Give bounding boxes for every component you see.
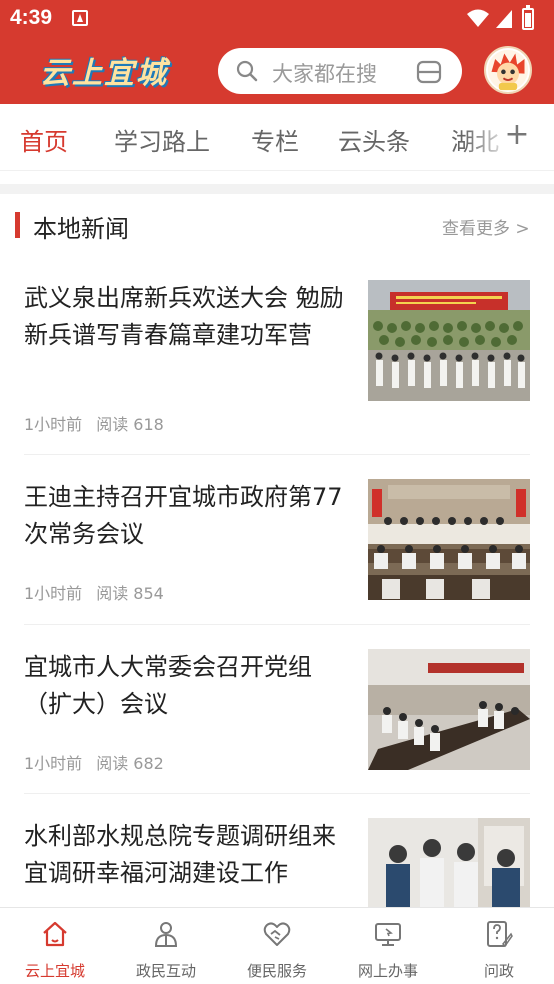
notification-app-icon: [72, 10, 88, 26]
nav-label: 政民互动: [135, 962, 196, 980]
tab-column[interactable]: 专栏: [251, 122, 299, 157]
news-item[interactable]: 武义泉出席新兵欢送大会 勉励新兵谱写青春篇章建功军营 1小时前 阅读 618: [24, 280, 530, 455]
nav-home[interactable]: 云上宜城: [0, 908, 110, 984]
signal-icon: [496, 10, 512, 28]
conference-photo: [368, 649, 530, 770]
news-title: 武义泉出席新兵欢送大会 勉励新兵谱写青春篇章建功军营: [24, 284, 344, 349]
nav-label: 云上宜城: [24, 962, 85, 980]
search-bar[interactable]: 大家都在搜: [218, 48, 462, 94]
bottom-nav: 云上宜城 政民互动 便民服务 网上办事 问政: [0, 907, 554, 984]
user-avatar[interactable]: [484, 46, 532, 94]
news-thumbnail: [368, 280, 530, 401]
news-thumbnail: [368, 649, 530, 770]
category-tabs: 首页 学习路上 专栏 云头条 湖北 +: [0, 104, 554, 170]
ceremony-photo: [368, 280, 530, 401]
news-time: 1小时前: [24, 754, 83, 773]
news-separator: [24, 793, 530, 794]
meeting-photo: [368, 479, 530, 600]
news-meta: 1小时前 阅读 854: [24, 580, 164, 604]
news-item[interactable]: 水利部水规总院专题调研组来宜调研幸福河湖建设工作: [24, 818, 530, 907]
news-reads: 阅读 854: [96, 584, 164, 603]
news-meta: 1小时前 阅读 618: [24, 411, 164, 435]
tabs-divider: [0, 170, 554, 171]
app-header: 4:39 云上宜城 大家都在搜: [0, 0, 554, 104]
news-title: 王迪主持召开宜城市政府第77次常务会议: [24, 483, 343, 548]
person-icon: [154, 922, 178, 947]
news-item[interactable]: 王迪主持召开宜城市政府第77次常务会议 1小时前 阅读 854: [24, 479, 530, 649]
news-separator: [24, 624, 530, 625]
status-bar: 4:39: [0, 0, 554, 38]
tab-headlines[interactable]: 云头条: [338, 122, 410, 157]
app-logo: 云上宜城: [40, 56, 168, 91]
battery-icon: [522, 5, 534, 30]
tab-home[interactable]: 首页: [20, 122, 68, 157]
tab-study[interactable]: 学习路上: [114, 122, 210, 157]
nav-label: 网上办事: [357, 962, 418, 980]
mascot-avatar-icon: [487, 49, 529, 91]
section-accent-bar: [15, 212, 20, 238]
scan-icon[interactable]: [416, 60, 442, 84]
news-separator: [24, 454, 530, 455]
section-title: 本地新闻: [33, 215, 129, 243]
question-edit-icon: [487, 921, 513, 948]
news-time: 1小时前: [24, 415, 83, 434]
monitor-icon: [375, 923, 401, 946]
news-thumbnail: [368, 479, 530, 600]
nav-inquiry[interactable]: 问政: [444, 908, 554, 984]
home-icon: [43, 921, 67, 947]
news-item[interactable]: 宜城市人大常委会召开党组（扩大）会议 1小时前 阅读 682: [24, 649, 530, 819]
handshake-heart-icon: [263, 922, 291, 946]
news-title: 宜城市人大常委会召开党组（扩大）会议: [24, 653, 312, 718]
nav-label: 问政: [483, 962, 514, 980]
inspection-photo: [368, 818, 530, 907]
section-divider: [0, 184, 554, 194]
news-meta: 1小时前 阅读 682: [24, 750, 164, 774]
nav-label: 便民服务: [246, 962, 307, 980]
wifi-icon: [467, 9, 489, 27]
search-icon: [236, 60, 258, 82]
status-time: 4:39: [10, 6, 53, 29]
news-reads: 阅读 682: [96, 754, 164, 773]
news-title: 水利部水规总院专题调研组来宜调研幸福河湖建设工作: [24, 822, 336, 887]
nav-services[interactable]: 便民服务: [222, 908, 332, 984]
news-thumbnail: [368, 818, 530, 907]
news-reads: 阅读 618: [96, 415, 164, 434]
status-icons: [466, 5, 546, 32]
view-more-link[interactable]: 查看更多 >: [442, 214, 530, 239]
add-tab-icon[interactable]: +: [504, 120, 530, 150]
search-placeholder: 大家都在搜: [272, 62, 377, 86]
news-time: 1小时前: [24, 584, 83, 603]
nav-online[interactable]: 网上办事: [333, 908, 443, 984]
nav-interaction[interactable]: 政民互动: [111, 908, 221, 984]
